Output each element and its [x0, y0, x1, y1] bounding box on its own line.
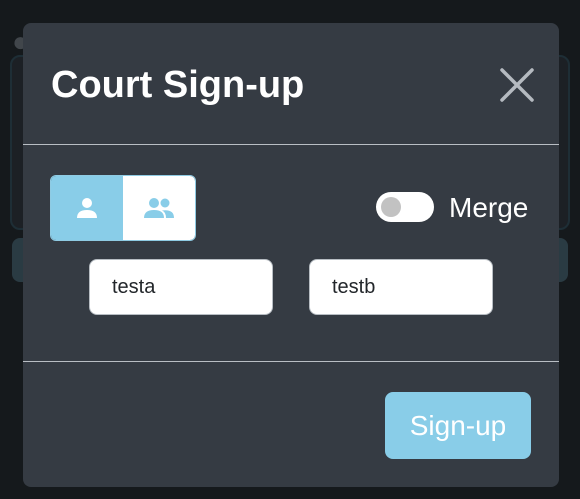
- double-player-option[interactable]: [123, 176, 195, 240]
- signup-button[interactable]: Sign-up: [385, 392, 531, 459]
- court-signup-modal: Court Sign-up Merge testa testb Sign-up: [23, 23, 559, 487]
- close-icon: [500, 68, 534, 102]
- player-b-input[interactable]: [309, 259, 493, 315]
- player-mode-toggle: [50, 175, 196, 241]
- modal-body: Merge: [23, 145, 559, 362]
- people-icon: [144, 198, 174, 218]
- merge-label: Merge: [449, 192, 529, 223]
- modal-header: Court Sign-up: [23, 23, 559, 145]
- merge-switch[interactable]: [376, 192, 434, 222]
- merge-switch-knob: [381, 197, 401, 217]
- player-a-input[interactable]: [89, 259, 273, 315]
- single-player-option[interactable]: [51, 176, 123, 240]
- person-icon: [77, 198, 97, 218]
- close-button[interactable]: [497, 65, 537, 105]
- modal-title: Court Sign-up: [51, 64, 305, 106]
